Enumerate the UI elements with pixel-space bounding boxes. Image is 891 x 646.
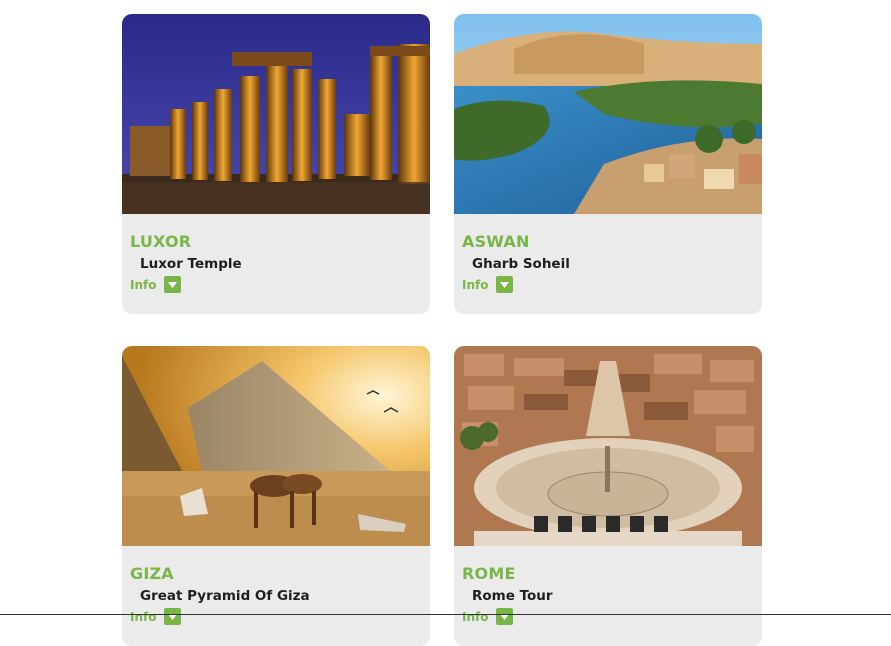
caret-down-icon[interactable] bbox=[164, 276, 182, 293]
city-name: LUXOR bbox=[130, 232, 192, 251]
city-name: ASWAN bbox=[462, 232, 530, 251]
info-toggle-row[interactable]: Info bbox=[130, 276, 422, 293]
bottom-divider bbox=[0, 614, 891, 615]
info-toggle-row[interactable]: Info bbox=[462, 276, 754, 293]
destination-card-aswan[interactable]: ASWAN Gharb Soheil Info bbox=[454, 14, 762, 314]
info-label[interactable]: Info bbox=[462, 278, 488, 292]
rome-square-photo[interactable] bbox=[454, 346, 762, 546]
tour-name[interactable]: Great Pyramid Of Giza bbox=[140, 587, 422, 605]
city-name: GIZA bbox=[130, 564, 174, 583]
city-name: ROME bbox=[462, 564, 516, 583]
destination-card-luxor[interactable]: LUXOR Luxor Temple Info bbox=[122, 14, 430, 314]
caret-down-icon[interactable] bbox=[496, 276, 514, 293]
card-body: ASWAN Gharb Soheil Info bbox=[454, 214, 762, 293]
tour-name[interactable]: Rome Tour bbox=[472, 587, 754, 605]
card-body: LUXOR Luxor Temple Info bbox=[122, 214, 430, 293]
giza-pyramid-photo[interactable] bbox=[122, 346, 430, 546]
destination-card-giza[interactable]: GIZA Great Pyramid Of Giza Info bbox=[122, 346, 430, 646]
destination-card-rome[interactable]: ROME Rome Tour Info bbox=[454, 346, 762, 646]
tour-name[interactable]: Gharb Soheil bbox=[472, 255, 754, 273]
destination-grid: LUXOR Luxor Temple Info ASWAN Gharb Sohe… bbox=[122, 14, 762, 646]
aswan-nile-photo[interactable] bbox=[454, 14, 762, 214]
tour-name[interactable]: Luxor Temple bbox=[140, 255, 422, 273]
info-label[interactable]: Info bbox=[130, 278, 156, 292]
luxor-temple-photo[interactable] bbox=[122, 14, 430, 214]
